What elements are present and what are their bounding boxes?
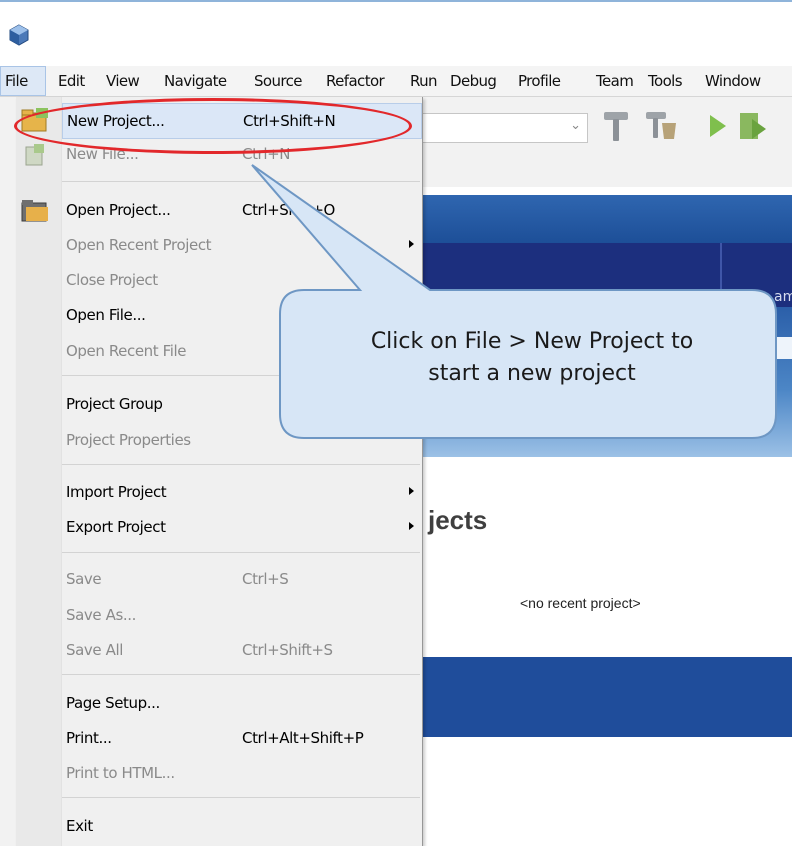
- menu-separator: [62, 464, 420, 465]
- export-project-label: Export Project: [66, 518, 166, 536]
- menu-run[interactable]: Run: [410, 66, 438, 96]
- open-recent-project-label: Open Recent Project: [66, 236, 212, 254]
- submenu-arrow-icon: [409, 487, 414, 495]
- run-icon[interactable]: [706, 109, 728, 143]
- menu-item-save-as[interactable]: Save As...: [62, 598, 420, 632]
- project-group-label: Project Group: [66, 395, 163, 413]
- menu-tools[interactable]: Tools: [648, 66, 683, 96]
- menu-item-project-properties[interactable]: Project Properties: [62, 423, 420, 457]
- menu-item-project-group[interactable]: Project Group: [62, 387, 420, 421]
- start-page-tab-bar: [422, 243, 792, 307]
- tab-divider: [720, 243, 722, 307]
- chevron-down-icon: ⌄: [570, 118, 581, 133]
- file-menu-dropdown: New Project... Ctrl+Shift+N New File... …: [16, 97, 423, 846]
- project-properties-label: Project Properties: [66, 431, 191, 449]
- menu-separator: [62, 674, 420, 675]
- save-all-shortcut: Ctrl+Shift+S: [242, 641, 333, 659]
- menu-file[interactable]: File: [0, 66, 46, 96]
- tab-label-fragment[interactable]: am: [774, 289, 792, 305]
- menu-item-exit[interactable]: Exit: [62, 809, 420, 843]
- highlight-ring: [14, 98, 412, 154]
- clean-build-icon[interactable]: [644, 109, 678, 143]
- menu-item-close-project[interactable]: Close Project: [62, 263, 420, 297]
- start-page: am jects <no recent project>: [422, 187, 792, 846]
- open-project-icon: [21, 200, 48, 222]
- print-label: Print...: [66, 729, 112, 747]
- menu-window[interactable]: Window: [705, 66, 761, 96]
- menu-item-save-all[interactable]: Save All Ctrl+Shift+S: [62, 633, 420, 667]
- print-to-html-label: Print to HTML...: [66, 764, 175, 782]
- open-project-label: Open Project...: [66, 201, 171, 219]
- exit-label: Exit: [66, 817, 93, 835]
- open-file-label: Open File...: [66, 306, 146, 324]
- left-strip: [0, 97, 16, 846]
- menu-profile[interactable]: Profile: [518, 66, 561, 96]
- callout-line-1: Click on File > New Project to: [370, 329, 694, 354]
- save-all-label: Save All: [66, 641, 123, 659]
- menu-item-import-project[interactable]: Import Project: [62, 475, 420, 509]
- import-project-label: Import Project: [66, 483, 167, 501]
- configuration-combo[interactable]: ⌄: [422, 113, 588, 143]
- menu-separator: [62, 552, 420, 553]
- hammer-icon[interactable]: [602, 109, 630, 143]
- menu-item-open-recent-project[interactable]: Open Recent Project: [62, 228, 420, 262]
- submenu-arrow-icon: [409, 522, 414, 530]
- menu-view[interactable]: View: [106, 66, 140, 96]
- menu-debug[interactable]: Debug: [450, 66, 497, 96]
- page-setup-label: Page Setup...: [66, 694, 160, 712]
- menu-item-open-project[interactable]: Open Project... Ctrl+Shift+O: [62, 193, 420, 227]
- callout-line-2: start a new project: [428, 361, 636, 386]
- no-recent-project-text: <no recent project>: [520, 595, 641, 611]
- title-bar: [0, 0, 792, 68]
- start-page-footer: [422, 657, 792, 737]
- menu-separator: [62, 181, 420, 182]
- debug-icon[interactable]: [738, 109, 768, 143]
- menu-separator: [62, 797, 420, 798]
- menu-item-export-project[interactable]: Export Project: [62, 510, 420, 544]
- close-project-label: Close Project: [66, 271, 158, 289]
- menu-team[interactable]: Team: [596, 66, 634, 96]
- recent-projects-heading: jects: [428, 505, 488, 535]
- callout-text: Click on File > New Project to start a n…: [288, 326, 776, 390]
- menu-item-save[interactable]: Save Ctrl+S: [62, 562, 420, 596]
- open-project-shortcut: Ctrl+Shift+O: [242, 201, 335, 219]
- menu-bar: File Edit View Navigate Source Refactor …: [0, 66, 792, 97]
- new-file-icon: [25, 144, 44, 166]
- app-icon: [9, 24, 29, 46]
- menu-refactor[interactable]: Refactor: [326, 66, 385, 96]
- menu-item-print[interactable]: Print... Ctrl+Alt+Shift+P: [62, 721, 420, 755]
- save-label: Save: [66, 570, 102, 588]
- submenu-arrow-icon: [409, 240, 414, 248]
- toolbar: ⌄: [422, 97, 792, 187]
- menu-source[interactable]: Source: [254, 66, 303, 96]
- print-shortcut: Ctrl+Alt+Shift+P: [242, 729, 364, 747]
- menu-edit[interactable]: Edit: [58, 66, 85, 96]
- open-recent-file-label: Open Recent File: [66, 342, 187, 360]
- save-shortcut: Ctrl+S: [242, 570, 289, 588]
- menu-item-page-setup[interactable]: Page Setup...: [62, 686, 420, 720]
- start-page-header: [422, 195, 792, 243]
- menu-item-print-to-html[interactable]: Print to HTML...: [62, 756, 420, 790]
- save-as-label: Save As...: [66, 606, 136, 624]
- menu-navigate[interactable]: Navigate: [164, 66, 227, 96]
